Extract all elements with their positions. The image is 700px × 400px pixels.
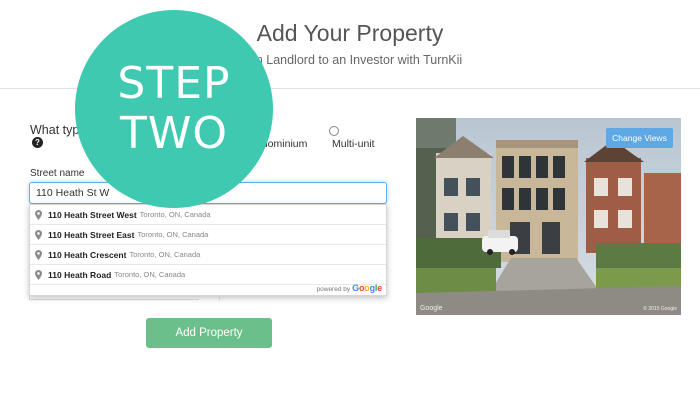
address-suggestions-dropdown: 110 Heath Street West Toronto, ON, Canad… — [29, 204, 387, 296]
powered-by-google: powered by Google — [316, 283, 383, 293]
powered-by-text: powered by — [316, 286, 351, 293]
help-icon[interactable]: ? — [32, 137, 43, 148]
suggestion-item[interactable]: 110 Heath Road Toronto, ON, Canada — [30, 265, 386, 285]
multi-unit-option-label[interactable]: Multi-unit — [332, 138, 375, 150]
change-views-button[interactable]: Change Views — [606, 128, 673, 148]
suggestion-main-text: 110 Heath Street West — [48, 209, 137, 220]
suggestion-secondary-text: Toronto, ON, Canada — [139, 210, 211, 219]
suggestion-item[interactable]: 110 Heath Crescent Toronto, ON, Canada — [30, 245, 386, 265]
page-subtitle-text: from Landlord to an Investor with TurnKi… — [237, 53, 463, 67]
suggestion-main-text: 110 Heath Road — [48, 269, 112, 280]
suggestion-secondary-text: Toronto, ON, Canada — [129, 250, 201, 259]
suggestion-secondary-text: Toronto, ON, Canada — [114, 270, 186, 279]
suggestion-main-text: 110 Heath Crescent — [48, 249, 127, 260]
suggestion-main-text: 110 Heath Street East — [48, 229, 135, 240]
suggestion-item[interactable]: 110 Heath Street West Toronto, ON, Canad… — [30, 205, 386, 225]
partially-hidden-inputs — [29, 296, 387, 300]
map-pin-icon — [35, 269, 42, 280]
map-pin-icon — [35, 249, 42, 260]
hidden-field-left[interactable] — [29, 296, 199, 300]
add-property-button[interactable]: Add Property — [146, 318, 272, 348]
step-badge-line2: TWO — [119, 108, 228, 159]
suggestion-item[interactable]: 110 Heath Street East Toronto, ON, Canad… — [30, 225, 386, 245]
street-view-panel[interactable]: Change Views Google © 2015 Google — [416, 118, 681, 315]
street-view-google-logo: Google — [420, 305, 443, 312]
step-badge-line1: STEP — [117, 58, 231, 109]
google-logo-g: G — [352, 283, 359, 293]
map-pin-icon — [35, 229, 42, 240]
google-logo: Google — [352, 283, 382, 293]
step-two-badge: STEP TWO — [75, 10, 273, 208]
map-pin-icon — [35, 209, 42, 220]
hidden-field-right[interactable] — [219, 296, 387, 300]
suggestion-secondary-text: Toronto, ON, Canada — [137, 230, 209, 239]
street-view-copyright: © 2015 Google — [643, 306, 677, 312]
street-name-label: Street name — [30, 168, 85, 179]
multi-unit-radio[interactable] — [329, 126, 339, 136]
